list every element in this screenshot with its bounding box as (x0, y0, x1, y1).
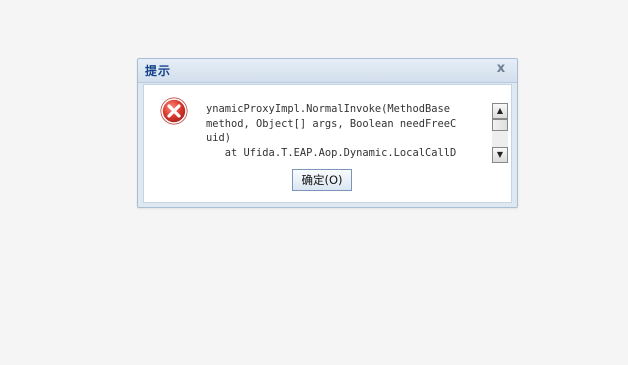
scroll-down-icon[interactable]: ▼ (492, 147, 508, 163)
message-line: method, Object[] args, Boolean needFreeC (206, 117, 457, 130)
scrollbar-thumb[interactable] (492, 119, 508, 131)
alert-dialog: 提示 x ynamicProxyImpl.NormalInvoke(Method… (137, 58, 518, 208)
scroll-up-icon[interactable]: ▲ (492, 103, 508, 119)
error-message-text: ynamicProxyImpl.NormalInvoke(MethodBase … (206, 102, 490, 160)
error-message-area[interactable]: ynamicProxyImpl.NormalInvoke(MethodBase … (206, 102, 490, 164)
message-scrollbar[interactable]: ▲ ▼ (492, 103, 508, 163)
message-line: ynamicProxyImpl.NormalInvoke(MethodBase (206, 103, 450, 115)
message-line: uid) (206, 132, 232, 144)
message-line: at Ufida.T.EAP.Aop.Dynamic.LocalCallD (206, 146, 457, 159)
error-icon (160, 97, 188, 125)
dialog-body: ynamicProxyImpl.NormalInvoke(MethodBase … (143, 84, 512, 203)
ok-button[interactable]: 确定(O) (292, 169, 352, 191)
dialog-title: 提示 (145, 64, 172, 78)
close-icon[interactable]: x (494, 62, 508, 76)
dialog-titlebar[interactable]: 提示 x (138, 59, 517, 83)
